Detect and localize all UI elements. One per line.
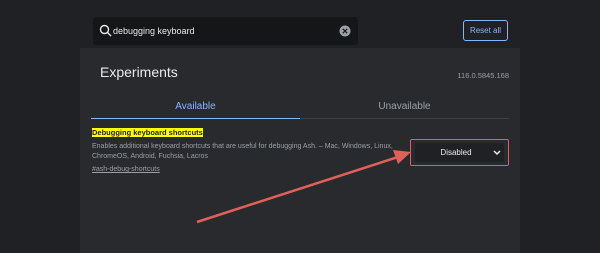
tab-available[interactable]: Available (91, 97, 300, 115)
tab-selected-indicator (91, 118, 300, 119)
select-value: Disabled (440, 148, 472, 157)
tab-divider (300, 118, 509, 119)
tab-bar: Available Unavailable (91, 97, 509, 119)
reset-all-button[interactable]: Reset all (463, 20, 508, 41)
search-icon (99, 24, 112, 37)
search-box[interactable] (93, 17, 358, 45)
chevron-down-icon (493, 150, 501, 156)
search-input[interactable] (113, 23, 323, 39)
experiment-title-rest: shortcuts (166, 128, 203, 137)
experiment-state-select[interactable]: Disabled (415, 143, 504, 162)
experiment-title-highlight: Debugging keyboard (92, 128, 167, 137)
experiment-description: Enables additional keyboard shortcuts th… (92, 143, 393, 160)
version-label: 116.0.5845.168 (457, 71, 509, 80)
experiment-title: Debugging keyboard shortcuts (92, 128, 203, 137)
clear-icon[interactable] (339, 25, 351, 37)
tab-unavailable[interactable]: Unavailable (300, 97, 509, 115)
page-title: Experiments (100, 64, 178, 80)
experiment-permalink[interactable]: #ash-debug-shortcuts (92, 166, 160, 173)
